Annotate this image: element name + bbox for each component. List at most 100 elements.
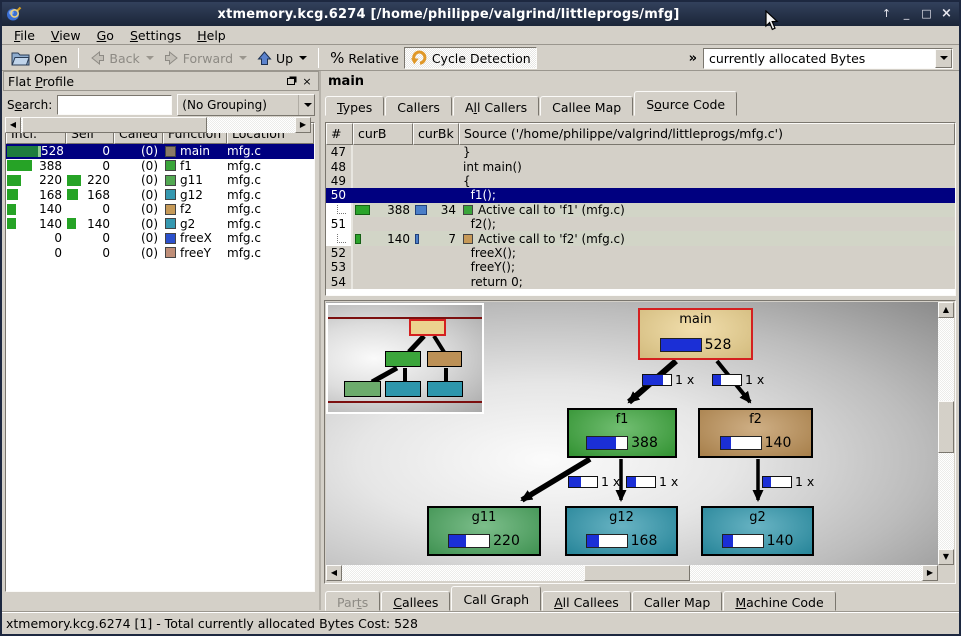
table-row[interactable]: 0 0 (0) freeX mfg.c [6,231,314,246]
menu-file[interactable]: File [6,27,43,44]
menu-settings[interactable]: Settings [122,27,189,44]
column-header-source[interactable]: Source ('/home/philippe/valgrind/littlep… [459,123,955,145]
source-call-row[interactable]: 388 34 Active call to 'f1' (mfg.c) [326,203,955,217]
grouping-combo[interactable]: (No Grouping) [177,94,315,116]
minimize-button[interactable]: _ [898,6,915,22]
table-row[interactable]: 528 0 (0) main mfg.c [6,144,314,159]
menu-view[interactable]: View [43,27,89,44]
graph-node-f1[interactable]: f1 388 [567,408,677,458]
app-icon [6,6,22,22]
maximize-button[interactable]: □ [918,6,935,22]
flat-profile-hscrollbar[interactable]: ◀ ▶ [5,117,311,133]
menu-help[interactable]: Help [189,27,234,44]
graph-overview-minimap[interactable] [326,303,484,414]
open-button[interactable]: Open [6,47,72,69]
edge-label: 1 x [626,474,678,489]
cycle-detection-button[interactable]: Cycle Detection [404,47,537,69]
up-button[interactable]: Up [252,47,312,69]
source-row[interactable]: 53 freeY(); [326,260,955,274]
graph-node-g2[interactable]: g2 140 [701,506,814,556]
grouping-value: (No Grouping) [178,98,298,112]
toolbar-overflow-button[interactable]: » [683,51,703,66]
table-row[interactable]: 140 0 (0) f2 mfg.c [6,202,314,217]
source-row[interactable]: 47} [326,145,955,159]
menu-go[interactable]: Go [89,27,122,44]
function-color-icon [165,160,176,171]
edge-label: 1 x [712,372,764,387]
tab-machine-code[interactable]: Machine Code [723,591,835,611]
graph-node-g12[interactable]: g12 168 [565,506,678,556]
graph-node-main[interactable]: main 528 [638,308,753,360]
column-header-curb[interactable]: curB [353,123,413,145]
close-button[interactable]: × [938,6,955,22]
source-row[interactable]: 51 f2(); [326,217,955,231]
tab-caller-map[interactable]: Caller Map [632,591,723,611]
table-row[interactable]: 220 220 (0) g11 mfg.c [6,173,314,188]
scroll-left-icon[interactable]: ◀ [326,565,342,581]
tab-all-callers[interactable]: All Callers [453,96,539,116]
scrollbar-thumb[interactable] [22,117,207,133]
tab-callees[interactable]: Callees [381,591,450,611]
tab-all-callees[interactable]: All Callees [542,591,631,611]
cost-bar [720,436,762,450]
grouping-dropdown-button[interactable] [298,95,314,115]
column-header-line[interactable]: # [326,123,353,145]
scroll-left-icon[interactable]: ◀ [5,117,21,133]
relative-label: Relative [348,51,398,66]
graph-node-f2[interactable]: f2 140 [698,408,813,458]
open-label: Open [34,51,67,66]
cost-bar [586,436,628,450]
toolbar-separator [318,48,319,68]
source-row[interactable]: 49{ [326,174,955,188]
search-input[interactable] [57,95,172,115]
table-row[interactable]: 168 168 (0) g12 mfg.c [6,188,314,203]
chevron-down-icon [304,103,312,107]
tab-call-graph[interactable]: Call Graph [451,586,541,611]
open-folder-icon [11,51,30,66]
function-color-icon [165,175,176,186]
function-view-tabs: Types Callers All Callers Callee Map Sou… [323,91,959,116]
scroll-right-icon[interactable]: ▶ [922,565,938,581]
graph-vscrollbar[interactable]: ▲ ▼ [938,302,954,565]
back-button[interactable]: Back [85,47,158,69]
column-header-curbk[interactable]: curBk [413,123,459,145]
graph-node-g11[interactable]: g11 220 [427,506,541,556]
float-icon[interactable] [284,75,298,88]
tab-callee-map[interactable]: Callee Map [540,96,633,116]
titlebar[interactable]: xtmemory.kcg.6274 [/home/philippe/valgri… [2,2,959,26]
source-row[interactable]: 48int main() [326,159,955,173]
function-color-icon [165,189,176,200]
tab-source-code[interactable]: Source Code [634,91,737,116]
table-row[interactable]: 388 0 (0) f1 mfg.c [6,159,314,174]
scroll-down-icon[interactable]: ▼ [938,549,954,565]
table-row[interactable]: 140 140 (0) g2 mfg.c [6,217,314,232]
tab-parts[interactable]: Parts [325,591,380,611]
call-graph-canvas[interactable]: main 528 f1 388 f2 140 g11 220 g12 168 [326,302,938,565]
event-type-combo[interactable]: currently allocated Bytes [703,48,953,69]
tab-types[interactable]: Types [325,96,384,116]
dock-close-icon[interactable]: × [300,75,314,88]
source-call-row[interactable]: 140 7 Active call to 'f2' (mfg.c) [326,231,955,245]
tab-callers[interactable]: Callers [385,96,452,116]
toolbar-separator [78,48,79,68]
graph-hscrollbar[interactable]: ◀ ▶ [326,565,938,581]
scrollbar-thumb[interactable] [938,401,954,453]
function-color-icon [165,218,176,229]
event-type-dropdown-button[interactable] [935,49,952,68]
scroll-up-icon[interactable]: ▲ [938,302,954,318]
relative-toggle-button[interactable]: % Relative [325,47,404,69]
source-row[interactable]: 54 return 0; [326,275,955,289]
forward-dropdown-icon [239,56,247,60]
search-label: Search: [7,98,52,112]
up-label: Up [276,51,293,66]
shade-button[interactable]: ↑ [878,6,895,22]
table-row[interactable]: 0 0 (0) freeY mfg.c [6,246,314,261]
scroll-right-icon[interactable]: ▶ [295,117,311,133]
source-row-selected[interactable]: 50 f1(); [326,188,955,202]
status-text: xtmemory.kcg.6274 [1] - Total currently … [6,616,418,631]
scrollbar-thumb[interactable] [584,565,690,581]
tree-branch-icon [337,205,346,214]
forward-button[interactable]: Forward [159,47,252,69]
source-row[interactable]: 52 freeX(); [326,246,955,260]
edge-label: 1 x [642,372,694,387]
